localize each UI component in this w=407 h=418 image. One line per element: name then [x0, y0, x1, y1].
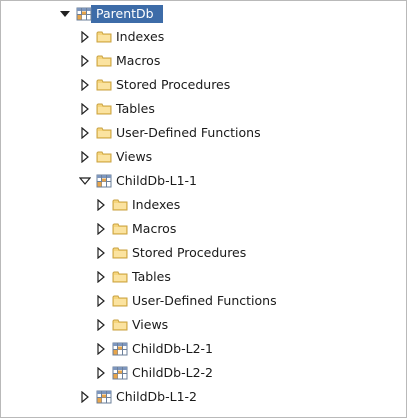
folder-icon: [96, 53, 112, 69]
tree-node-folder[interactable]: Tables: [1, 97, 406, 121]
database-tree: ParentDb Indexes Macros Stored Procedure…: [1, 3, 406, 409]
tree-node-label: Tables: [116, 101, 155, 116]
folder-icon: [112, 221, 128, 237]
folder-icon: [112, 197, 128, 213]
tree-node-label: ChildDb-L1-2: [116, 389, 197, 404]
folder-icon: [112, 245, 128, 261]
collapsed-arrow-icon[interactable]: [95, 295, 107, 307]
tree-node-label: Stored Procedures: [132, 245, 247, 260]
tree-node-label: Macros: [132, 221, 177, 236]
tree-node-folder[interactable]: Macros: [1, 217, 406, 241]
database-icon: [112, 341, 128, 357]
tree-node-folder[interactable]: Stored Procedures: [1, 241, 406, 265]
collapsed-arrow-icon[interactable]: [95, 319, 107, 331]
tree-node-folder[interactable]: Views: [1, 145, 406, 169]
tree-node-label: Stored Procedures: [116, 77, 231, 92]
database-icon: [76, 6, 92, 22]
database-icon: [96, 173, 112, 189]
collapsed-arrow-icon[interactable]: [79, 391, 91, 403]
tree-node-childdb-l2-1[interactable]: ChildDb-L2-1: [1, 337, 406, 361]
tree-node-label: ParentDb: [96, 6, 154, 21]
tree-node-label: ChildDb-L1-1: [116, 173, 197, 188]
folder-icon: [96, 29, 112, 45]
database-icon: [112, 365, 128, 381]
tree-node-label: ChildDb-L2-2: [132, 365, 213, 380]
collapsed-arrow-icon[interactable]: [79, 31, 91, 43]
tree-node-label: Views: [132, 317, 169, 332]
collapsed-arrow-icon[interactable]: [95, 223, 107, 235]
tree-node-childdb-l2-2[interactable]: ChildDb-L2-2: [1, 361, 406, 385]
folder-icon: [96, 149, 112, 165]
tree-node-label: Views: [116, 149, 153, 164]
tree-node-label: User-Defined Functions: [132, 293, 277, 308]
collapsed-arrow-icon[interactable]: [79, 151, 91, 163]
collapsed-arrow-icon[interactable]: [79, 103, 91, 115]
collapsed-arrow-icon[interactable]: [79, 127, 91, 139]
tree-node-label: ChildDb-L2-1: [132, 341, 213, 356]
tree-node-childdb-l1-2[interactable]: ChildDb-L1-2: [1, 385, 406, 409]
folder-icon: [112, 317, 128, 333]
tree-node-label: Indexes: [116, 29, 165, 44]
tree-node-folder[interactable]: Stored Procedures: [1, 73, 406, 97]
expanded-arrow-icon[interactable]: [59, 8, 71, 20]
tree-node-folder[interactable]: Views: [1, 313, 406, 337]
folder-icon: [96, 125, 112, 141]
collapsed-arrow-icon[interactable]: [95, 199, 107, 211]
collapsed-arrow-icon[interactable]: [79, 55, 91, 67]
collapsed-arrow-icon[interactable]: [95, 367, 107, 379]
collapsed-arrow-icon[interactable]: [95, 343, 107, 355]
tree-node-folder[interactable]: Indexes: [1, 193, 406, 217]
tree-node-parentdb[interactable]: ParentDb: [1, 3, 406, 25]
tree-node-folder[interactable]: Macros: [1, 49, 406, 73]
tree-node-folder[interactable]: User-Defined Functions: [1, 289, 406, 313]
tree-node-childdb-l1-1[interactable]: ChildDb-L1-1: [1, 169, 406, 193]
folder-icon: [112, 293, 128, 309]
collapsed-arrow-icon[interactable]: [95, 271, 107, 283]
database-tree-panel: ParentDb Indexes Macros Stored Procedure…: [0, 0, 407, 418]
tree-node-label: User-Defined Functions: [116, 125, 261, 140]
folder-icon: [96, 77, 112, 93]
folder-icon: [112, 269, 128, 285]
tree-node-folder[interactable]: Tables: [1, 265, 406, 289]
tree-node-folder[interactable]: Indexes: [1, 25, 406, 49]
collapsed-arrow-icon[interactable]: [95, 247, 107, 259]
tree-node-folder[interactable]: User-Defined Functions: [1, 121, 406, 145]
collapsed-arrow-icon[interactable]: [79, 79, 91, 91]
tree-node-label: Indexes: [132, 197, 181, 212]
tree-node-label: Macros: [116, 53, 161, 68]
tree-node-label: Tables: [132, 269, 171, 284]
folder-icon: [96, 101, 112, 117]
expanded-arrow-icon[interactable]: [79, 175, 91, 187]
database-icon: [96, 389, 112, 405]
